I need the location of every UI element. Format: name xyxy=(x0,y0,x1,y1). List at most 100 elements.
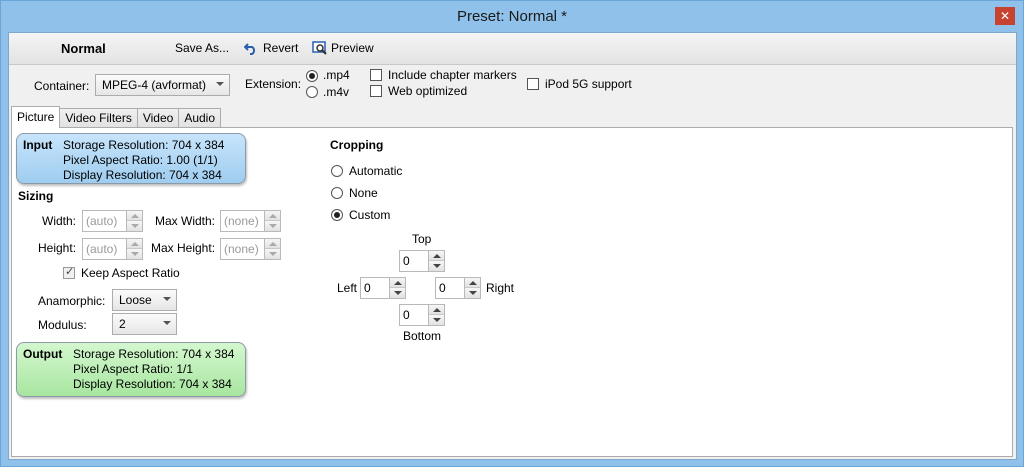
crop-left-up-button[interactable] xyxy=(390,278,405,288)
max-width-up-button[interactable] xyxy=(265,211,280,221)
container-select-value: MPEG-4 (avformat) xyxy=(102,78,207,92)
input-pixel-aspect: Pixel Aspect Ratio: 1.00 (1/1) xyxy=(63,153,218,167)
crop-top-up-button[interactable] xyxy=(429,251,444,261)
picture-panel: Input Storage Resolution: 704 x 384 Pixe… xyxy=(11,127,1013,457)
output-title: Output xyxy=(23,347,63,361)
crop-left-label: Left xyxy=(337,281,358,295)
chapter-markers-checkbox[interactable] xyxy=(370,69,382,81)
crop-none-radio[interactable] xyxy=(331,187,343,199)
crop-custom-label: Custom xyxy=(349,208,391,222)
crop-bottom-stepper[interactable]: 0 xyxy=(399,304,445,326)
crop-left-stepper[interactable]: 0 xyxy=(360,277,406,299)
revert-button[interactable]: Revert xyxy=(243,41,299,55)
tab-picture[interactable]: Picture xyxy=(11,106,61,128)
chevron-down-icon xyxy=(163,321,171,325)
ext-mp4-label: .mp4 xyxy=(323,68,350,82)
sizing-title: Sizing xyxy=(18,189,54,203)
height-label: Height: xyxy=(38,241,77,255)
anamorphic-select[interactable]: Loose xyxy=(112,289,177,311)
window-title: Preset: Normal * xyxy=(456,8,568,25)
crop-bottom-down-button[interactable] xyxy=(429,315,444,325)
width-value: (auto) xyxy=(86,214,118,228)
modulus-select[interactable]: 2 xyxy=(112,313,177,335)
ext-m4v-label: .m4v xyxy=(323,85,350,99)
modulus-label: Modulus: xyxy=(38,318,87,332)
max-width-stepper[interactable]: (none) xyxy=(220,210,281,232)
ipod-support-checkbox[interactable] xyxy=(527,78,539,90)
height-value: (auto) xyxy=(86,242,118,256)
revert-label: Revert xyxy=(263,41,299,55)
crop-bottom-label: Bottom xyxy=(403,329,442,343)
tab-video-filters[interactable]: Video Filters xyxy=(59,108,138,128)
width-up-button[interactable] xyxy=(127,211,142,221)
modulus-value: 2 xyxy=(119,317,126,331)
container-label: Container: xyxy=(34,79,90,93)
ipod-support-label: iPod 5G support xyxy=(545,77,632,91)
crop-top-down-button[interactable] xyxy=(429,261,444,271)
title-bar[interactable]: Preset: Normal * ✕ xyxy=(1,1,1023,32)
ext-mp4-radio[interactable] xyxy=(306,70,318,82)
tab-bar: Picture Video Filters Video Audio xyxy=(11,106,222,128)
max-height-down-button[interactable] xyxy=(265,249,280,259)
toolbar: Normal Save As... Revert Preview xyxy=(9,33,1016,65)
crop-right-value: 0 xyxy=(439,281,446,295)
output-display-resolution: Display Resolution: 704 x 384 xyxy=(73,377,232,391)
chapter-markers-label: Include chapter markers xyxy=(388,68,517,82)
crop-custom-radio[interactable] xyxy=(331,209,343,221)
crop-right-stepper[interactable]: 0 xyxy=(435,277,481,299)
save-as-button[interactable]: Save As... xyxy=(175,41,229,55)
height-down-button[interactable] xyxy=(127,249,142,259)
revert-icon xyxy=(243,41,258,55)
height-stepper[interactable]: (auto) xyxy=(82,238,143,260)
client-area: Normal Save As... Revert Preview Contain… xyxy=(8,32,1017,460)
chevron-down-icon xyxy=(216,82,224,86)
max-height-value: (none) xyxy=(224,242,259,256)
crop-top-value: 0 xyxy=(403,254,410,268)
crop-left-down-button[interactable] xyxy=(390,288,405,298)
crop-bottom-value: 0 xyxy=(403,308,410,322)
keep-aspect-ratio-checkbox[interactable] xyxy=(63,265,75,279)
width-label: Width: xyxy=(42,214,77,228)
max-width-value: (none) xyxy=(224,214,259,228)
web-optimized-label: Web optimized xyxy=(388,84,468,98)
save-as-label: Save As... xyxy=(175,41,230,55)
output-storage-resolution: Storage Resolution: 704 x 384 xyxy=(73,347,235,361)
crop-right-down-button[interactable] xyxy=(465,288,480,298)
crop-top-stepper[interactable]: 0 xyxy=(399,250,445,272)
preview-label: Preview xyxy=(331,41,374,55)
max-width-label: Max Width: xyxy=(155,214,216,228)
crop-right-up-button[interactable] xyxy=(465,278,480,288)
handbrake-window: Preset: Normal * ✕ Normal Save As... Rev… xyxy=(0,0,1024,467)
crop-left-value: 0 xyxy=(364,281,371,295)
max-height-up-button[interactable] xyxy=(265,239,280,249)
crop-right-label: Right xyxy=(486,281,515,295)
ext-m4v-radio[interactable] xyxy=(306,86,318,98)
crop-automatic-label: Automatic xyxy=(349,164,403,178)
crop-automatic-radio[interactable] xyxy=(331,165,343,177)
preview-button[interactable]: Preview xyxy=(312,41,374,55)
max-height-stepper[interactable]: (none) xyxy=(220,238,281,260)
input-display-resolution: Display Resolution: 704 x 384 xyxy=(63,168,222,182)
crop-none-label: None xyxy=(349,186,378,200)
tab-audio[interactable]: Audio xyxy=(178,108,222,128)
max-width-down-button[interactable] xyxy=(265,221,280,231)
container-select[interactable]: MPEG-4 (avformat) xyxy=(95,74,230,96)
width-stepper[interactable]: (auto) xyxy=(82,210,143,232)
height-up-button[interactable] xyxy=(127,239,142,249)
crop-bottom-up-button[interactable] xyxy=(429,305,444,315)
input-title: Input xyxy=(23,138,53,152)
preset-name: Normal xyxy=(61,41,106,56)
crop-top-label: Top xyxy=(412,232,432,246)
tab-video[interactable]: Video xyxy=(136,108,180,128)
keep-aspect-ratio-label: Keep Aspect Ratio xyxy=(81,266,180,280)
anamorphic-value: Loose xyxy=(119,293,152,307)
input-storage-resolution: Storage Resolution: 704 x 384 xyxy=(63,138,225,152)
output-info-box: Output Storage Resolution: 704 x 384 Pix… xyxy=(16,342,246,397)
container-row: Container: MPEG-4 (avformat) Extension: … xyxy=(9,66,1016,104)
cropping-title: Cropping xyxy=(330,138,384,152)
close-button[interactable]: ✕ xyxy=(995,7,1015,25)
extension-label: Extension: xyxy=(245,77,302,91)
width-down-button[interactable] xyxy=(127,221,142,231)
web-optimized-checkbox[interactable] xyxy=(370,85,382,97)
max-height-label: Max Height: xyxy=(151,241,216,255)
